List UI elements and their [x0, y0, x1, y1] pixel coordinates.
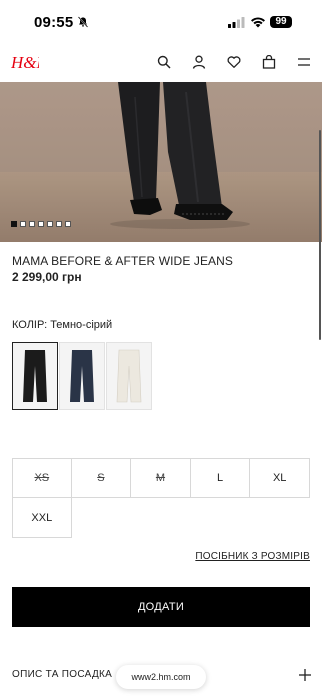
swatch-black[interactable]	[12, 342, 58, 410]
size-label: M	[155, 472, 166, 484]
browser-url-pill[interactable]: www2.hm.com	[116, 665, 206, 689]
carousel-dot[interactable]	[65, 221, 71, 227]
favorites-icon[interactable]	[227, 55, 241, 69]
swatch-navy[interactable]	[59, 342, 105, 410]
product-price: 2 299,00 грн	[12, 270, 82, 284]
size-label: S	[97, 472, 105, 484]
jeans-photo	[0, 82, 322, 242]
status-time: 09:55	[34, 14, 74, 31]
svg-text:H&M: H&M	[11, 53, 39, 72]
battery-indicator: 99	[270, 16, 292, 28]
jeans-thumbnail	[70, 350, 94, 402]
size-option-xl[interactable]: XL	[250, 458, 310, 498]
cellular-signal-icon	[228, 17, 245, 28]
swatch-cream[interactable]	[106, 342, 152, 410]
carousel-dot[interactable]	[20, 221, 26, 227]
search-icon[interactable]	[157, 55, 171, 69]
description-label: ОПИС ТА ПОСАДКА	[12, 669, 113, 680]
size-option-m[interactable]: M	[131, 458, 191, 498]
menu-icon[interactable]	[297, 55, 311, 69]
carousel-dot[interactable]	[56, 221, 62, 227]
color-swatches	[12, 342, 153, 410]
size-option-s[interactable]: S	[71, 458, 132, 498]
bell-off-icon	[77, 16, 89, 28]
size-label: XXL	[31, 511, 53, 524]
size-option-l[interactable]: L	[190, 458, 251, 498]
image-carousel-indicators	[11, 221, 71, 229]
size-option-xxl[interactable]: XXL	[12, 498, 72, 538]
add-to-bag-button[interactable]: ДОДАТИ	[12, 587, 310, 627]
scrollbar[interactable]	[319, 130, 321, 340]
carousel-dot[interactable]	[47, 221, 53, 227]
carousel-dot[interactable]	[11, 221, 17, 227]
jeans-thumbnail	[23, 350, 47, 402]
product-title: MAMA BEFORE & AFTER WIDE JEANS	[12, 254, 234, 268]
status-bar: 09:55 99	[0, 0, 322, 44]
size-label: XL	[272, 472, 287, 484]
size-guide-link[interactable]: ПОСІБНИК З РОЗМІРІВ	[195, 551, 310, 562]
site-header: H&M	[0, 44, 322, 82]
size-selector: XS S M L XL XXL	[12, 458, 310, 538]
product-image[interactable]	[0, 82, 322, 242]
jeans-thumbnail	[116, 349, 142, 403]
carousel-dot[interactable]	[29, 221, 35, 227]
account-icon[interactable]	[192, 55, 206, 69]
color-label: КОЛІР: Темно-сірий	[12, 319, 113, 331]
size-option-xs[interactable]: XS	[12, 458, 72, 498]
shopping-bag-icon[interactable]	[262, 55, 276, 69]
size-label: L	[217, 472, 224, 484]
plus-icon[interactable]	[298, 668, 312, 682]
hm-logo[interactable]: H&M	[11, 51, 39, 73]
wifi-icon	[251, 17, 265, 28]
size-label: XS	[34, 472, 50, 484]
carousel-dot[interactable]	[38, 221, 44, 227]
